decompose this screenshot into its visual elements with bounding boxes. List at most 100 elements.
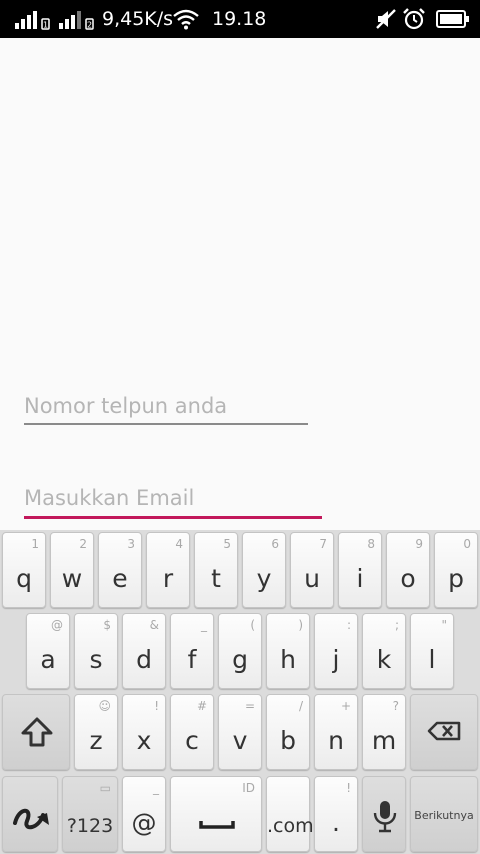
space-key[interactable]: ID — [170, 776, 262, 852]
key-hint: 2 — [79, 537, 87, 551]
symbols-key[interactable]: ▭ ?123 — [62, 776, 118, 852]
key-label: h — [280, 645, 296, 674]
voice-input-key[interactable] — [362, 776, 406, 852]
key-j[interactable]: :j — [314, 613, 358, 689]
key-hint: 6 — [271, 537, 279, 551]
key-r[interactable]: 4r — [146, 532, 190, 608]
svg-text:1: 1 — [43, 21, 48, 30]
phone-field-placeholder: Nomor telpun anda — [24, 394, 228, 418]
key-i[interactable]: 8i — [338, 532, 382, 608]
network-speed: 9,45K/s — [102, 8, 174, 30]
key-hint: 4 — [175, 537, 183, 551]
key-label: z — [89, 726, 103, 755]
key-label: s — [89, 645, 103, 674]
alarm-icon — [402, 0, 426, 38]
at-key[interactable]: _ @ — [122, 776, 166, 852]
key-label: k — [376, 645, 392, 674]
phone-field[interactable]: Nomor telpun anda — [24, 394, 308, 426]
key-hint: / — [298, 699, 303, 713]
key-p[interactable]: 0p — [434, 532, 478, 608]
soft-keyboard: 1q2w3e4r5t6y7u8i9o0p @ a $ s & d _ f(g) h: j; k " l … — [0, 530, 480, 854]
key-t[interactable]: 5t — [194, 532, 238, 608]
key-hint: 9 — [415, 537, 423, 551]
key-label: y — [256, 564, 272, 593]
phone-field-underline — [24, 423, 308, 425]
key-d[interactable]: & d — [122, 613, 166, 689]
key-b[interactable]: / b — [266, 694, 310, 770]
key-label: o — [400, 564, 416, 593]
at-key-hint: _ — [153, 781, 159, 795]
key-label: m — [371, 726, 397, 755]
wifi-icon — [172, 0, 200, 38]
period-key-hint: ! — [346, 781, 351, 795]
key-n[interactable]: + n — [314, 694, 358, 770]
period-key[interactable]: ! . — [314, 776, 358, 852]
next-key[interactable]: Berikutnya — [410, 776, 478, 852]
key-label: j — [332, 645, 340, 674]
key-hint: 0 — [463, 537, 471, 551]
key-k[interactable]: ; k — [362, 613, 406, 689]
key-c[interactable]: # c — [170, 694, 214, 770]
key-w[interactable]: 2w — [50, 532, 94, 608]
key-l[interactable]: " l — [410, 613, 454, 689]
key-label: b — [280, 726, 296, 755]
key-hint: : — [346, 618, 351, 632]
key-f[interactable]: _ f — [170, 613, 214, 689]
microphone-icon — [373, 801, 397, 833]
key-label: i — [356, 564, 364, 593]
clock: 19.18 — [212, 8, 267, 30]
key-label: e — [112, 564, 128, 593]
key-m[interactable]: ? m — [362, 694, 406, 770]
key-label: w — [61, 564, 83, 593]
key-h[interactable]: ) h — [266, 613, 310, 689]
key-y[interactable]: 6y — [242, 532, 286, 608]
signal-sim1-icon: 1 — [14, 0, 54, 38]
key-a[interactable]: @ a — [26, 613, 70, 689]
key-s[interactable]: $ s — [74, 613, 118, 689]
key-hint: = — [244, 699, 255, 713]
key-hint: 3 — [127, 537, 135, 551]
key-hint: ( — [250, 618, 255, 632]
email-field[interactable]: Masukkan Email — [24, 486, 322, 522]
mute-icon — [374, 0, 398, 38]
key-hint: ? — [392, 699, 399, 713]
key-hint: ☺ — [98, 699, 111, 713]
space-bar-icon — [199, 821, 235, 829]
key-e[interactable]: 3e — [98, 532, 142, 608]
key-label: p — [448, 564, 464, 593]
key-hint: @ — [51, 618, 63, 632]
dotcom-key[interactable]: .com — [266, 776, 314, 852]
key-label: g — [232, 645, 248, 674]
key-hint: 7 — [319, 537, 327, 551]
key-g[interactable]: (g — [218, 613, 262, 689]
key-label: x — [136, 726, 152, 755]
shift-arrow-icon — [21, 717, 53, 747]
battery-icon — [436, 0, 470, 38]
app-content: Nomor telpun anda Masukkan Email — [0, 38, 480, 530]
key-hint: $ — [103, 618, 111, 632]
key-hint: 8 — [367, 537, 375, 551]
dotcom-key-label: .com — [267, 815, 314, 837]
key-label: f — [187, 645, 197, 674]
key-q[interactable]: 1q — [2, 532, 46, 608]
key-label: l — [428, 645, 436, 674]
key-label: n — [328, 726, 344, 755]
swype-key[interactable] — [2, 776, 58, 852]
key-o[interactable]: 9o — [386, 532, 430, 608]
clipboard-icon: ▭ — [99, 781, 111, 795]
key-z[interactable]: ☺ z — [74, 694, 118, 770]
key-label: d — [136, 645, 152, 674]
key-hint: 1 — [31, 537, 39, 551]
shift-key[interactable] — [2, 694, 70, 770]
key-label: v — [232, 726, 248, 755]
key-label: a — [40, 645, 56, 674]
key-hint: # — [196, 699, 207, 713]
key-label: q — [16, 564, 32, 593]
period-key-label: . — [332, 808, 340, 837]
key-v[interactable]: = v — [218, 694, 262, 770]
email-field-placeholder: Masukkan Email — [24, 486, 195, 510]
key-u[interactable]: 7u — [290, 532, 334, 608]
key-x[interactable]: ! x — [122, 694, 166, 770]
status-bar: 1 2 9,45K/s 19.18 — [0, 0, 480, 38]
backspace-key[interactable] — [410, 694, 478, 770]
